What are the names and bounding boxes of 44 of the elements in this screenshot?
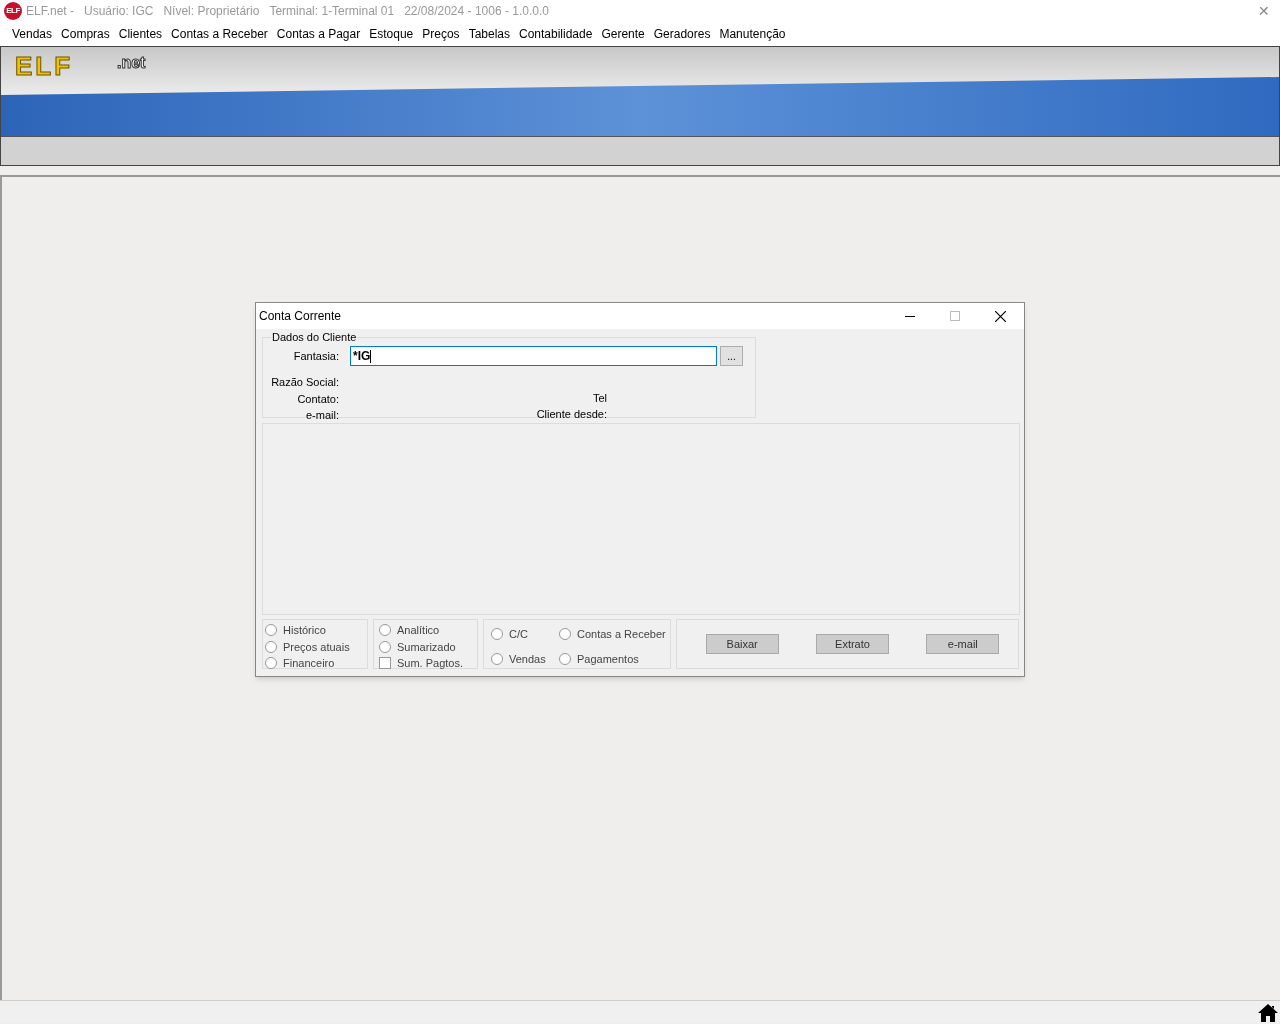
dialog-title: Conta Corrente — [259, 308, 342, 325]
field-label: Fantasia: — [293, 349, 339, 364]
window-title: Usuário: IGC — [84, 3, 154, 20]
field-label: e-mail: — [306, 408, 339, 423]
window-title: Nível: Proprietário — [163, 3, 260, 20]
menu-item[interactable]: Tabelas — [468, 25, 510, 43]
browse-button[interactable]: ... — [720, 346, 743, 366]
menu-item[interactable]: Clientes — [118, 25, 163, 43]
option-label[interactable]: Sum. Pagtos. — [397, 655, 464, 672]
option-label[interactable]: Pagamentos — [577, 651, 639, 668]
option-label[interactable]: Vendas — [509, 651, 546, 668]
menu-item[interactable]: Compras — [61, 25, 110, 43]
app-logo-icon: ELF — [4, 2, 22, 20]
menu-item[interactable]: Contas a Receber — [171, 25, 268, 43]
group-title: Dados do Cliente — [271, 330, 358, 344]
option-label[interactable]: Sumarizado — [397, 638, 456, 655]
option-label[interactable]: Contas a Receber — [577, 625, 666, 642]
logo: ELF — [15, 50, 74, 83]
menu-item[interactable]: Estoque — [369, 25, 414, 43]
fantasia-field[interactable]: *IG — [350, 346, 717, 366]
field-label: Razão Social: — [271, 375, 339, 390]
close-button[interactable]: ✕ — [1258, 0, 1270, 22]
menu-item[interactable]: Manutenção — [719, 25, 786, 43]
option-label[interactable]: Histórico — [283, 622, 326, 639]
logo-suffix: .net — [117, 53, 146, 73]
option-label[interactable]: C/C — [509, 625, 528, 642]
option-label[interactable]: Financeiro — [283, 655, 335, 672]
menu-item[interactable]: Vendas — [12, 25, 53, 43]
option-label[interactable]: Analítico — [397, 622, 440, 639]
window-title: 22/08/2024 - 1006 - 1.0.0.0 — [404, 3, 549, 20]
menu-item[interactable]: Contabilidade — [519, 25, 593, 43]
menu-item[interactable]: Gerente — [601, 25, 645, 43]
field-label: Tel — [592, 391, 607, 406]
menu-item[interactable]: Geradores — [653, 25, 711, 43]
option-label[interactable]: Preços atuais — [283, 638, 350, 655]
field-label: Cliente desde: — [536, 407, 607, 422]
window-title: Terminal: 1-Terminal 01 — [269, 3, 395, 20]
menu-item[interactable]: Contas a Pagar — [276, 25, 361, 43]
action-button[interactable]: e-mail — [926, 634, 1000, 654]
field-label: Contato: — [297, 392, 339, 407]
menu-item[interactable]: Preços — [422, 25, 460, 43]
window-title: ELF.net - — [26, 3, 75, 20]
action-button[interactable]: Baixar — [705, 634, 779, 654]
action-button[interactable]: Extrato — [816, 634, 889, 654]
